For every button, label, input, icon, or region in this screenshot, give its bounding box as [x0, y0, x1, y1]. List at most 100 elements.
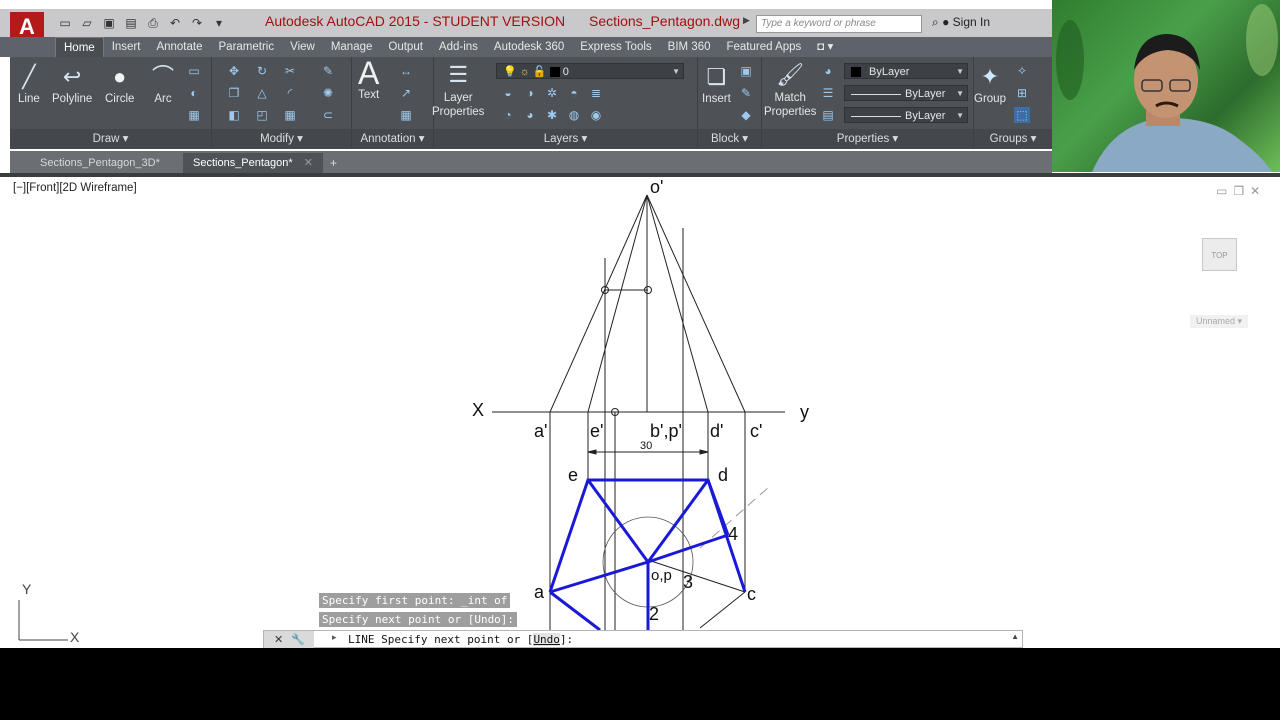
print-icon[interactable]: ⎙ [144, 14, 162, 32]
tab-manage[interactable]: Manage [323, 37, 381, 57]
label-a: a [534, 582, 545, 602]
dimension-icon[interactable]: ↔ [398, 63, 414, 79]
chevron-down-icon: ▼ [956, 111, 964, 120]
save-as-icon[interactable]: ▤ [122, 14, 140, 32]
layer-isolate-icon[interactable]: ◑ [522, 85, 538, 101]
table-icon[interactable]: ▦ [398, 107, 414, 123]
fillet-icon[interactable]: ◜ [282, 85, 298, 101]
polyline-tool[interactable]: ↩ Polyline [52, 63, 92, 105]
group-selection-icon[interactable]: ⬚ [1014, 107, 1030, 123]
layers-panel: ☰ Layer Properties 💡 ☼ 🔓 0 ▼ ◒ ◑ ✲ ◓ ≣ ◔ ◕… [432, 57, 698, 149]
layer-freeze-icon[interactable]: ✲ [544, 85, 560, 101]
match-properties-label-1: Match [774, 92, 806, 104]
qat-dropdown-icon[interactable]: ▾ [210, 14, 228, 32]
leader-icon[interactable]: ↗ [398, 85, 414, 101]
lineweight-dropdown[interactable]: ByLayer ▼ [844, 85, 968, 101]
block-panel-title[interactable]: Block ▾ [698, 129, 761, 149]
layers-panel-title[interactable]: Layers ▾ [434, 129, 697, 149]
modify-panel-title[interactable]: Modify ▾ [212, 129, 351, 149]
close-tab-icon[interactable]: ✕ [304, 157, 313, 169]
tab-parametric[interactable]: Parametric [211, 37, 283, 57]
move-icon[interactable]: ✥ [226, 63, 242, 79]
match-properties-tool[interactable]: 🖌 Match Properties [764, 61, 816, 119]
tab-express-tools[interactable]: Express Tools [572, 37, 659, 57]
tab-add-ins[interactable]: Add-ins [431, 37, 486, 57]
file-tab-sections-pentagon[interactable]: Sections_Pentagon* ✕ [183, 153, 323, 173]
layer-state-icon[interactable]: ≣ [588, 85, 604, 101]
scale-icon[interactable]: ◰ [254, 107, 270, 123]
layer-previous-icon[interactable]: ◕ [522, 107, 538, 123]
draw-panel-title[interactable]: Draw ▾ [10, 129, 211, 149]
tab-bim-360[interactable]: BIM 360 [660, 37, 719, 57]
circle-tool[interactable]: ● Circle [105, 63, 134, 105]
offset-icon[interactable]: ⊂ [320, 107, 336, 123]
text-tool[interactable]: A Text [358, 57, 379, 101]
save-icon[interactable]: ▣ [100, 14, 118, 32]
group-tool[interactable]: ✦ Group [974, 63, 1006, 105]
new-icon[interactable]: ▭ [56, 14, 74, 32]
stretch-icon[interactable]: ◧ [226, 107, 242, 123]
label-y: y [800, 402, 809, 422]
linetype-dropdown[interactable]: ByLayer ▼ [844, 107, 968, 123]
binoculars-icon[interactable]: ⌕ [932, 15, 939, 29]
label-x: X [472, 400, 484, 420]
copy-icon[interactable]: ❐ [226, 85, 242, 101]
insert-tool[interactable]: ❏ Insert [702, 63, 731, 105]
layer-dropdown[interactable]: 💡 ☼ 🔓 0 ▼ [496, 63, 684, 79]
redo-icon[interactable]: ↷ [188, 14, 206, 32]
ungroup-icon[interactable]: ✧ [1014, 63, 1030, 79]
layer-properties-tool[interactable]: ☰ Layer Properties [432, 61, 484, 119]
search-input[interactable]: Type a keyword or phrase [756, 15, 922, 33]
tab-home[interactable]: Home [55, 37, 104, 57]
tab-annotate[interactable]: Annotate [148, 37, 210, 57]
layer-off-icon[interactable]: ◒ [500, 85, 516, 101]
undo-icon[interactable]: ↶ [166, 14, 184, 32]
mirror-icon[interactable]: △ [254, 85, 270, 101]
tab-output[interactable]: Output [380, 37, 431, 57]
tab-autodesk-360[interactable]: Autodesk 360 [486, 37, 572, 57]
annotation-panel-title[interactable]: Annotation ▾ [352, 129, 433, 149]
rotate-icon[interactable]: ↻ [254, 63, 270, 79]
lineweight-icon: ☰ [822, 86, 834, 100]
drawing-canvas[interactable]: o' X y a' e' b',p' d' c' 30 e d a c o,p … [0, 177, 1280, 648]
chevron-down-icon: ▼ [672, 67, 680, 76]
gradient-icon[interactable]: ▦ [186, 107, 202, 123]
layer-unlock-icon[interactable]: ◍ [566, 107, 582, 123]
label-3: 3 [683, 572, 693, 592]
command-line[interactable]: ✕🔧 ▸ LINE Specify next point or [Undo]: … [263, 630, 1023, 648]
properties-panel-title[interactable]: Properties ▾ [762, 129, 973, 149]
layer-match-icon[interactable]: ◔ [500, 107, 516, 123]
wrench-icon[interactable]: 🔧 [291, 634, 313, 646]
file-tab-sections-pentagon-3d[interactable]: Sections_Pentagon_3D* [30, 153, 170, 173]
search-expand-icon[interactable]: ▶ [743, 15, 755, 33]
sign-in-button[interactable]: ⌕ ● Sign In [932, 15, 990, 30]
groups-panel-title[interactable]: Groups ▾ [974, 129, 1052, 149]
edit-block-icon[interactable]: ✎ [738, 85, 754, 101]
arc-tool[interactable]: ⌒ Arc [152, 63, 174, 105]
create-block-icon[interactable]: ▣ [738, 63, 754, 79]
open-icon[interactable]: ▱ [78, 14, 96, 32]
chevron-down-icon: ▼ [956, 89, 964, 98]
group-edit-icon[interactable]: ⊞ [1014, 85, 1030, 101]
ribbon-minimize-icon[interactable]: ◘ ▾ [809, 37, 841, 57]
close-icon[interactable]: ✕ [274, 634, 291, 646]
line-tool[interactable]: ╱ Line [18, 63, 40, 105]
erase-icon[interactable]: ✎ [320, 63, 336, 79]
tab-insert[interactable]: Insert [104, 37, 149, 57]
color-dropdown[interactable]: ByLayer ▼ [844, 63, 968, 79]
chevron-up-icon[interactable]: ▲ [1011, 632, 1019, 641]
layer-walk-icon[interactable]: ✱ [544, 107, 560, 123]
undo-option[interactable]: Undo [533, 633, 560, 646]
hatch-icon[interactable]: ◐ [186, 85, 202, 101]
layer-merge-icon[interactable]: ◉ [588, 107, 604, 123]
array-icon[interactable]: ▦ [282, 107, 298, 123]
new-tab-icon[interactable]: + [330, 153, 337, 173]
trim-icon[interactable]: ✂ [282, 63, 298, 79]
tab-view[interactable]: View [282, 37, 323, 57]
rectangle-icon[interactable]: ▭ [186, 63, 202, 79]
block-attributes-icon[interactable]: ◆ [738, 107, 754, 123]
command-input[interactable]: LINE Specify next point or [Undo]: [348, 632, 573, 648]
layer-lock-icon[interactable]: ◓ [566, 85, 582, 101]
explode-icon[interactable]: ✺ [320, 85, 336, 101]
tab-featured-apps[interactable]: Featured Apps [718, 37, 809, 57]
